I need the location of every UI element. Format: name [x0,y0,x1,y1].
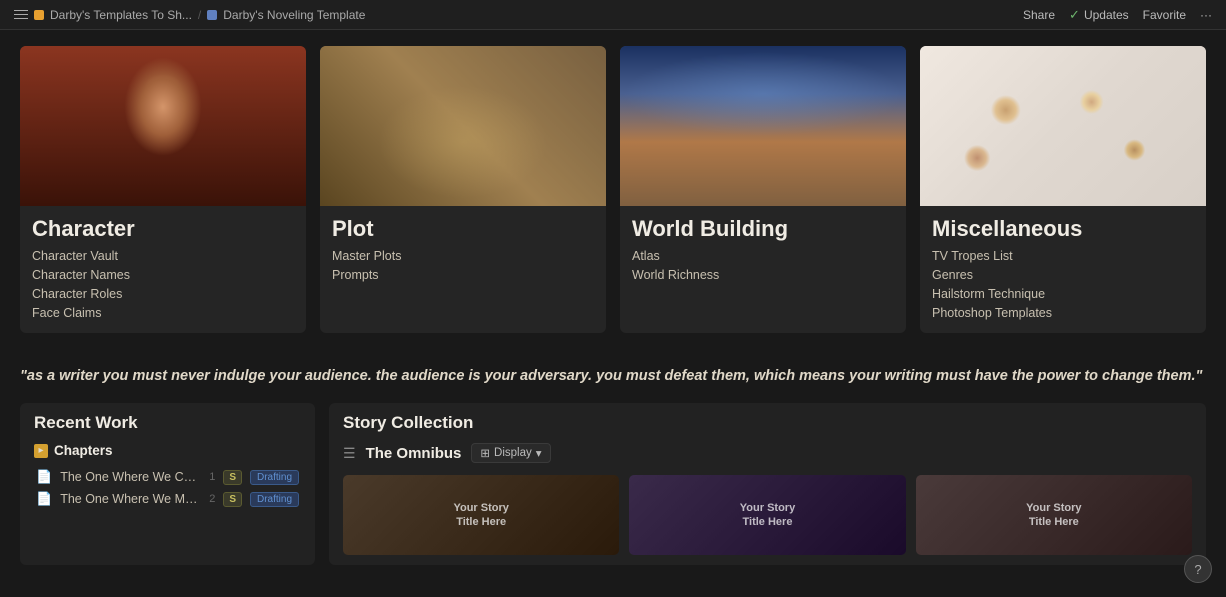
category-grid: Character Character Vault Character Name… [20,46,1206,333]
chapters-label[interactable]: Chapters [54,443,113,458]
category-plot: Plot Master Plots Prompts [320,46,606,333]
menu-icon[interactable] [14,10,28,20]
story-thumb-3[interactable]: Your Story Title Here [916,475,1192,555]
link-prompts[interactable]: Prompts [332,267,594,283]
chapter-item-2[interactable]: 📄 The One Where We Make Sure... 2 S Draf… [34,488,301,510]
thumb-text-2: Your Story Title Here [732,493,803,538]
category-misc: Miscellaneous TV Tropes List Genres Hail… [920,46,1206,333]
display-button[interactable]: ⊞ Display ▾ [471,443,550,463]
more-icon[interactable]: ··· [1200,8,1212,22]
updates-button[interactable]: ✓ Updates [1069,7,1129,23]
badge-drafting-2: Drafting [250,492,299,507]
thumb-text-3: Your Story Title Here [1018,493,1089,538]
link-character-names[interactable]: Character Names [32,267,294,283]
chapter-num-1: 1 [209,471,215,483]
link-hailstorm[interactable]: Hailstorm Technique [932,286,1194,302]
chapters-icon: ▸ [34,444,48,458]
help-button[interactable]: ? [1184,555,1212,583]
badge-s-1: S [223,470,242,485]
story-icon: ☰ [343,445,356,462]
misc-title: Miscellaneous [920,206,1206,248]
doc-icon-2: 📄 [36,491,52,507]
link-character-roles[interactable]: Character Roles [32,286,294,302]
story-thumbnails: Your Story Title Here Your Story Title H… [343,475,1192,555]
character-image [20,46,306,206]
recent-work-title: Recent Work [34,413,301,433]
badge-s-2: S [223,492,242,507]
world-links: Atlas World Richness [620,248,906,295]
link-photoshop-templates[interactable]: Photoshop Templates [932,305,1194,321]
story-thumb-2[interactable]: Your Story Title Here [629,475,905,555]
chapter-name-1: The One Where We Check Tha... [60,470,201,484]
doc-icon-1: 📄 [36,469,52,485]
toolbar-right: Share ✓ Updates Favorite ··· [1023,7,1212,23]
chapter-item-1[interactable]: 📄 The One Where We Check Tha... 1 S Draf… [34,466,301,488]
story-header: ☰ The Omnibus ⊞ Display ▾ [343,443,1192,463]
story-thumb-1[interactable]: Your Story Title Here [343,475,619,555]
display-icon: ⊞ [480,446,490,460]
link-master-plots[interactable]: Master Plots [332,248,594,264]
omnibus-title[interactable]: The Omnibus [366,445,462,462]
plot-links: Master Plots Prompts [320,248,606,295]
link-tv-tropes[interactable]: TV Tropes List [932,248,1194,264]
quote-section: "as a writer you must never indulge your… [20,351,1206,403]
main-content: Character Character Vault Character Name… [0,30,1226,597]
story-collection-box: Story Collection ☰ The Omnibus ⊞ Display… [329,403,1206,565]
misc-links: TV Tropes List Genres Hailstorm Techniqu… [920,248,1206,333]
breadcrumb-sep: / [198,8,201,22]
breadcrumb-1[interactable]: Darby's Templates To Sh... [50,8,192,22]
link-world-richness[interactable]: World Richness [632,267,894,283]
world-title: World Building [620,206,906,248]
checkmark-icon: ✓ [1069,7,1080,23]
chapter-num-2: 2 [209,493,215,505]
breadcrumb-2[interactable]: Darby's Noveling Template [223,8,365,22]
top-bar: Darby's Templates To Sh... / Darby's Nov… [0,0,1226,30]
plot-image [320,46,606,206]
bottom-section: Recent Work ▸ Chapters 📄 The One Where W… [20,403,1206,565]
link-face-claims[interactable]: Face Claims [32,305,294,321]
breadcrumb-area: Darby's Templates To Sh... / Darby's Nov… [14,8,365,22]
world-image [620,46,906,206]
chapters-header: ▸ Chapters [34,443,301,458]
misc-image [920,46,1206,206]
character-links: Character Vault Character Names Characte… [20,248,306,333]
breadcrumb-icon-1 [34,10,44,20]
thumb-text-1: Your Story Title Here [445,493,516,538]
link-genres[interactable]: Genres [932,267,1194,283]
category-character: Character Character Vault Character Name… [20,46,306,333]
link-atlas[interactable]: Atlas [632,248,894,264]
recent-work-box: Recent Work ▸ Chapters 📄 The One Where W… [20,403,315,565]
breadcrumb-icon-2 [207,10,217,20]
chapter-name-2: The One Where We Make Sure... [60,492,201,506]
character-title: Character [20,206,306,248]
link-character-vault[interactable]: Character Vault [32,248,294,264]
quote-text: "as a writer you must never indulge your… [20,368,1202,384]
share-button[interactable]: Share [1023,8,1055,22]
plot-title: Plot [320,206,606,248]
category-world: World Building Atlas World Richness [620,46,906,333]
chevron-down-icon: ▾ [536,446,542,460]
badge-drafting-1: Drafting [250,470,299,485]
favorite-button[interactable]: Favorite [1143,8,1186,22]
story-collection-title: Story Collection [343,413,1192,433]
